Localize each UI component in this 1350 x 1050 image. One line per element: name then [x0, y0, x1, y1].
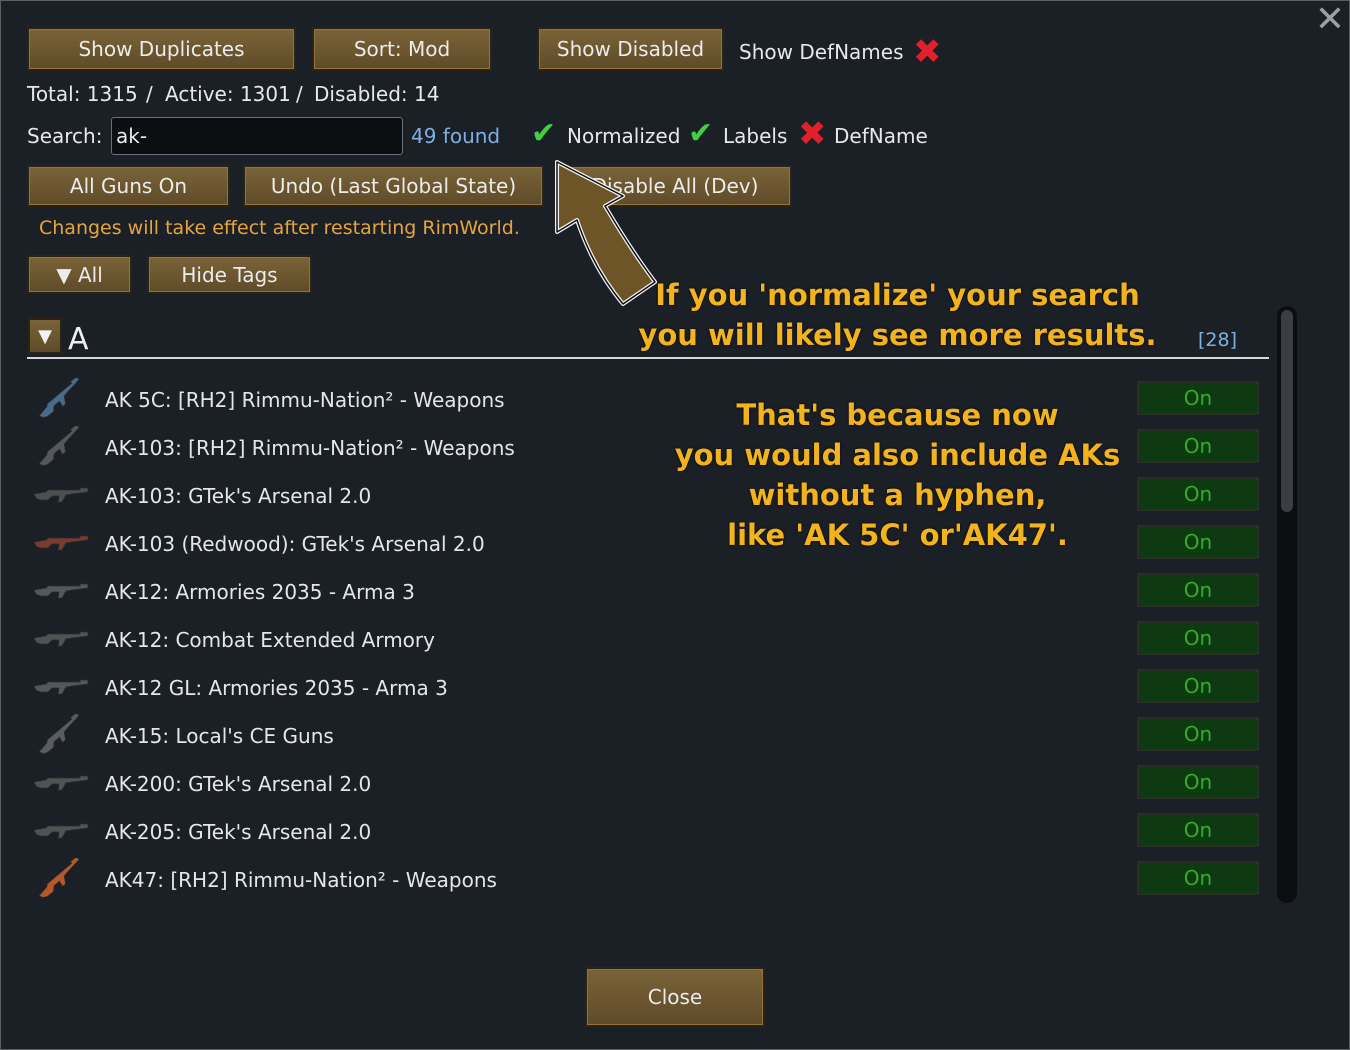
on-toggle-button[interactable]: On	[1137, 621, 1259, 655]
rifle-icon	[38, 858, 80, 899]
stats-disabled: Disabled: 14	[314, 82, 440, 106]
sort-button[interactable]: Sort: Mod	[312, 27, 492, 71]
on-toggle-button[interactable]: On	[1137, 477, 1259, 511]
rifle-icon	[33, 679, 89, 695]
on-toggle-button[interactable]: On	[1137, 669, 1259, 703]
close-icon[interactable]: ✕	[1312, 2, 1348, 38]
table-row: AK-12: Armories 2035 - Arma 3 On	[28, 568, 1263, 616]
annotation-line: you will likely see more results.	[638, 318, 1157, 352]
row-label: AK-12: Armories 2035 - Arma 3	[105, 580, 415, 604]
labels-label[interactable]: Labels	[723, 124, 787, 148]
on-toggle-button[interactable]: On	[1137, 573, 1259, 607]
search-label: Search:	[27, 124, 103, 148]
section-collapse-button[interactable]: ▼	[28, 318, 62, 354]
show-disabled-button[interactable]: Show Disabled	[537, 27, 724, 71]
rifle-icon	[33, 583, 89, 599]
show-defnames-toggle-cross-icon[interactable]: ✖	[913, 32, 942, 72]
search-input[interactable]	[111, 117, 403, 155]
table-row: AK-12 GL: Armories 2035 - Arma 3 On	[28, 664, 1263, 712]
row-label: AK-103 (Redwood): GTek's Arsenal 2.0	[105, 532, 485, 556]
rifle-icon	[33, 535, 89, 551]
annotation-line: you would also include AKs	[674, 438, 1121, 472]
row-label: AK-103: GTek's Arsenal 2.0	[105, 484, 372, 508]
stats-separator: /	[146, 82, 153, 106]
row-label: AK-12: Combat Extended Armory	[105, 628, 435, 652]
close-button[interactable]: Close	[585, 967, 765, 1027]
scrollbar-thumb[interactable]	[1281, 310, 1293, 512]
on-toggle-button[interactable]: On	[1137, 765, 1259, 799]
annotation-line: That's because now	[736, 398, 1059, 432]
on-toggle-button[interactable]: On	[1137, 813, 1259, 847]
all-guns-on-button[interactable]: All Guns On	[27, 165, 230, 207]
annotation-tip-explanation: That's because now you would also includ…	[660, 395, 1135, 555]
stats-active: Active: 1301	[165, 82, 291, 106]
section-letter: A	[68, 322, 89, 357]
stats-total: Total: 1315	[27, 82, 138, 106]
rifle-icon	[33, 775, 89, 791]
defname-cross-icon[interactable]: ✖	[798, 114, 827, 154]
row-label: AK-205: GTek's Arsenal 2.0	[105, 820, 372, 844]
row-label: AK47: [RH2] Rimmu-Nation² - Weapons	[105, 868, 497, 892]
on-toggle-button[interactable]: On	[1137, 525, 1259, 559]
table-row: AK47: [RH2] Rimmu-Nation² - Weapons On	[28, 856, 1263, 904]
row-label: AK-15: Local's CE Guns	[105, 724, 334, 748]
defname-label[interactable]: DefName	[834, 124, 928, 148]
row-label: AK-103: [RH2] Rimmu-Nation² - Weapons	[105, 436, 515, 460]
section-count: [28]	[1198, 329, 1238, 351]
rifle-icon	[38, 378, 80, 419]
table-row: AK-12: Combat Extended Armory On	[28, 616, 1263, 664]
table-row: AK-205: GTek's Arsenal 2.0 On	[28, 808, 1263, 856]
table-row: AK-15: Local's CE Guns On	[28, 712, 1263, 760]
row-label: AK 5C: [RH2] Rimmu-Nation² - Weapons	[105, 388, 505, 412]
annotation-line: without a hyphen,	[748, 478, 1047, 512]
found-count: 49 found	[411, 124, 501, 148]
table-row: AK-200: GTek's Arsenal 2.0 On	[28, 760, 1263, 808]
show-defnames-label: Show DefNames	[739, 40, 904, 64]
filter-all-dropdown[interactable]: ▼ All	[27, 255, 132, 294]
undo-button[interactable]: Undo (Last Global State)	[243, 165, 544, 207]
hide-tags-button[interactable]: Hide Tags	[147, 255, 312, 294]
labels-check-icon[interactable]: ✔	[688, 116, 713, 151]
on-toggle-button[interactable]: On	[1137, 381, 1259, 415]
rifle-icon	[33, 631, 89, 647]
row-label: AK-200: GTek's Arsenal 2.0	[105, 772, 372, 796]
section-divider	[27, 357, 1269, 359]
normalized-label[interactable]: Normalized	[567, 124, 680, 148]
on-toggle-button[interactable]: On	[1137, 717, 1259, 751]
rifle-icon	[38, 426, 80, 467]
on-toggle-button[interactable]: On	[1137, 861, 1259, 895]
restart-notice: Changes will take effect after restartin…	[39, 217, 520, 239]
annotation-line: If you 'normalize' your search	[655, 278, 1140, 312]
show-duplicates-button[interactable]: Show Duplicates	[27, 27, 296, 71]
rifle-icon	[38, 714, 80, 755]
rifle-icon	[33, 487, 89, 503]
normalized-check-icon[interactable]: ✔	[531, 116, 556, 151]
rifle-icon	[33, 823, 89, 839]
row-label: AK-12 GL: Armories 2035 - Arma 3	[105, 676, 448, 700]
annotation-line: like 'AK 5C' or'AK47'.	[727, 518, 1068, 552]
on-toggle-button[interactable]: On	[1137, 429, 1259, 463]
stats-separator: /	[296, 82, 303, 106]
annotation-tip-normalize: If you 'normalize' your search you will …	[630, 275, 1165, 355]
